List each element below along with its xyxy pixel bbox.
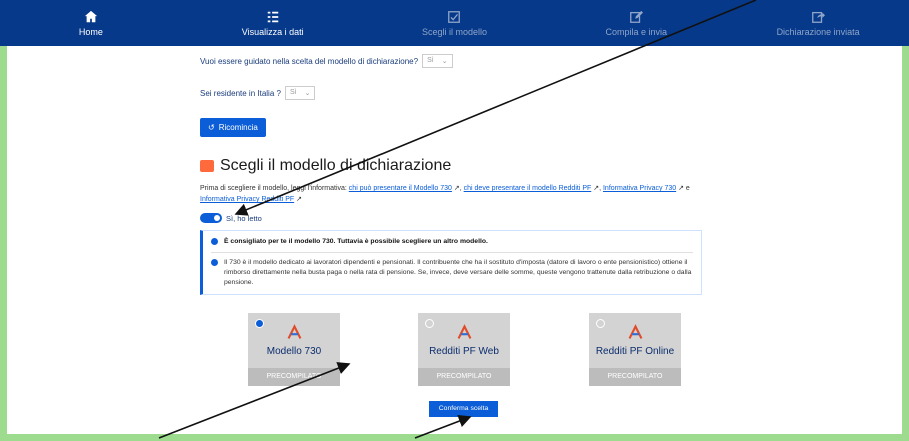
confirm-button[interactable]: Conferma scelta bbox=[429, 401, 498, 417]
resident-select-value: Sì bbox=[289, 89, 297, 96]
card-730[interactable]: Modello 730 PRECOMPILATO bbox=[248, 313, 340, 386]
external-link-icon: ↗ bbox=[296, 196, 302, 203]
intro-and: e bbox=[685, 185, 690, 192]
agency-logo-icon bbox=[628, 324, 643, 339]
read-toggle[interactable]: Sì, ho letto bbox=[200, 213, 720, 223]
edit-icon bbox=[630, 10, 644, 23]
nav-home[interactable]: Home bbox=[0, 0, 182, 46]
nav-dichiarazione-inviata-label: Dichiarazione inviata bbox=[776, 26, 860, 37]
list-icon bbox=[267, 11, 278, 22]
card-redditi-pf-online-sub: PRECOMPILATO bbox=[589, 368, 681, 386]
share-icon bbox=[812, 11, 826, 23]
checkbox-icon bbox=[448, 10, 461, 23]
info-icon bbox=[211, 238, 218, 245]
agency-logo-icon bbox=[287, 324, 302, 339]
question-resident-label: Sei residente in Italia ? bbox=[200, 88, 281, 98]
resident-select[interactable]: Sì ⌄ bbox=[284, 86, 316, 100]
radio-730[interactable] bbox=[255, 319, 264, 328]
info-line-1: È consigliato per te il modello 730. Tut… bbox=[211, 237, 693, 247]
question-resident: Sei residente in Italia ? Sì ⌄ bbox=[200, 86, 720, 100]
question-guided: Vuoi essere guidato nella scelta del mod… bbox=[200, 54, 720, 68]
nav-visualizza-dati[interactable]: Visualizza i dati bbox=[182, 0, 364, 46]
card-730-title: Modello 730 bbox=[266, 346, 322, 357]
nav-dichiarazione-inviata[interactable]: Dichiarazione inviata bbox=[727, 0, 909, 46]
top-navigation: Home Visualizza i dati Scegli il modello… bbox=[0, 0, 909, 46]
link-privacy-redditi-pf[interactable]: Informativa Privacy Redditi PF bbox=[200, 196, 294, 203]
info-line-2: Il 730 è il modello dedicato ai lavorato… bbox=[211, 258, 693, 288]
external-link-icon: ↗ bbox=[593, 185, 600, 192]
external-link-icon: ↗ bbox=[453, 185, 460, 192]
nav-compila-invia-label: Compila e invia bbox=[605, 26, 668, 37]
section-icon bbox=[200, 160, 214, 172]
card-redditi-pf-online-title: Redditi PF Online bbox=[595, 346, 675, 357]
nav-compila-invia[interactable]: Compila e invia bbox=[545, 0, 727, 46]
info-box: È consigliato per te il modello 730. Tut… bbox=[200, 230, 702, 295]
radio-redditi-pf-web[interactable] bbox=[425, 319, 434, 328]
external-link-icon: ↗ bbox=[678, 185, 684, 192]
restart-label: Ricomincia bbox=[218, 123, 258, 132]
nav-scegli-modello-label: Scegli il modello bbox=[421, 26, 487, 37]
link-redditi-pf[interactable]: chi deve presentare il modello Redditi P… bbox=[464, 185, 592, 192]
info-divider bbox=[211, 252, 693, 253]
guided-select-value: Sì bbox=[427, 57, 434, 64]
info-icon bbox=[211, 259, 218, 266]
restart-icon: ↺ bbox=[208, 123, 215, 132]
read-toggle-label: Sì, ho letto bbox=[226, 213, 262, 223]
chevron-down-icon: ⌄ bbox=[441, 58, 448, 65]
main-content: Vuoi essere guidato nella scelta del mod… bbox=[200, 46, 720, 295]
section-intro: Prima di scegliere il modello, leggi l'i… bbox=[200, 185, 690, 203]
nav-visualizza-dati-label: Visualizza i dati bbox=[241, 26, 304, 37]
info-line-2-text: Il 730 è il modello dedicato ai lavorato… bbox=[224, 259, 692, 286]
question-guided-label: Vuoi essere guidato nella scelta del mod… bbox=[200, 56, 419, 66]
home-icon bbox=[84, 10, 98, 22]
card-redditi-pf-online[interactable]: Redditi PF Online PRECOMPILATO bbox=[589, 313, 681, 386]
link-730[interactable]: chi può presentare il Modello 730 bbox=[349, 185, 452, 192]
card-730-sub: PRECOMPILATO bbox=[248, 368, 340, 386]
agency-logo-icon bbox=[457, 324, 472, 339]
nav-scegli-modello[interactable]: Scegli il modello bbox=[364, 0, 546, 46]
chevron-down-icon: ⌄ bbox=[304, 90, 311, 97]
card-redditi-pf-web-title: Redditi PF Web bbox=[429, 346, 499, 357]
read-switch[interactable] bbox=[200, 213, 222, 223]
section-heading: Scegli il modello di dichiarazione bbox=[200, 157, 720, 175]
card-redditi-pf-web[interactable]: Redditi PF Web PRECOMPILATO bbox=[418, 313, 510, 386]
nav-home-label: Home bbox=[78, 26, 103, 37]
intro-prefix: Prima di scegliere il modello, leggi l'i… bbox=[200, 185, 347, 192]
radio-redditi-pf-online[interactable] bbox=[596, 319, 605, 328]
section-title: Scegli il modello di dichiarazione bbox=[220, 157, 452, 174]
card-redditi-pf-web-sub: PRECOMPILATO bbox=[418, 368, 510, 386]
link-privacy-730[interactable]: Informativa Privacy 730 bbox=[603, 185, 676, 192]
restart-button[interactable]: ↺ Ricomincia bbox=[200, 118, 266, 137]
info-line-1-text: È consigliato per te il modello 730. Tut… bbox=[224, 238, 488, 245]
guided-select[interactable]: Sì ⌄ bbox=[422, 54, 453, 68]
